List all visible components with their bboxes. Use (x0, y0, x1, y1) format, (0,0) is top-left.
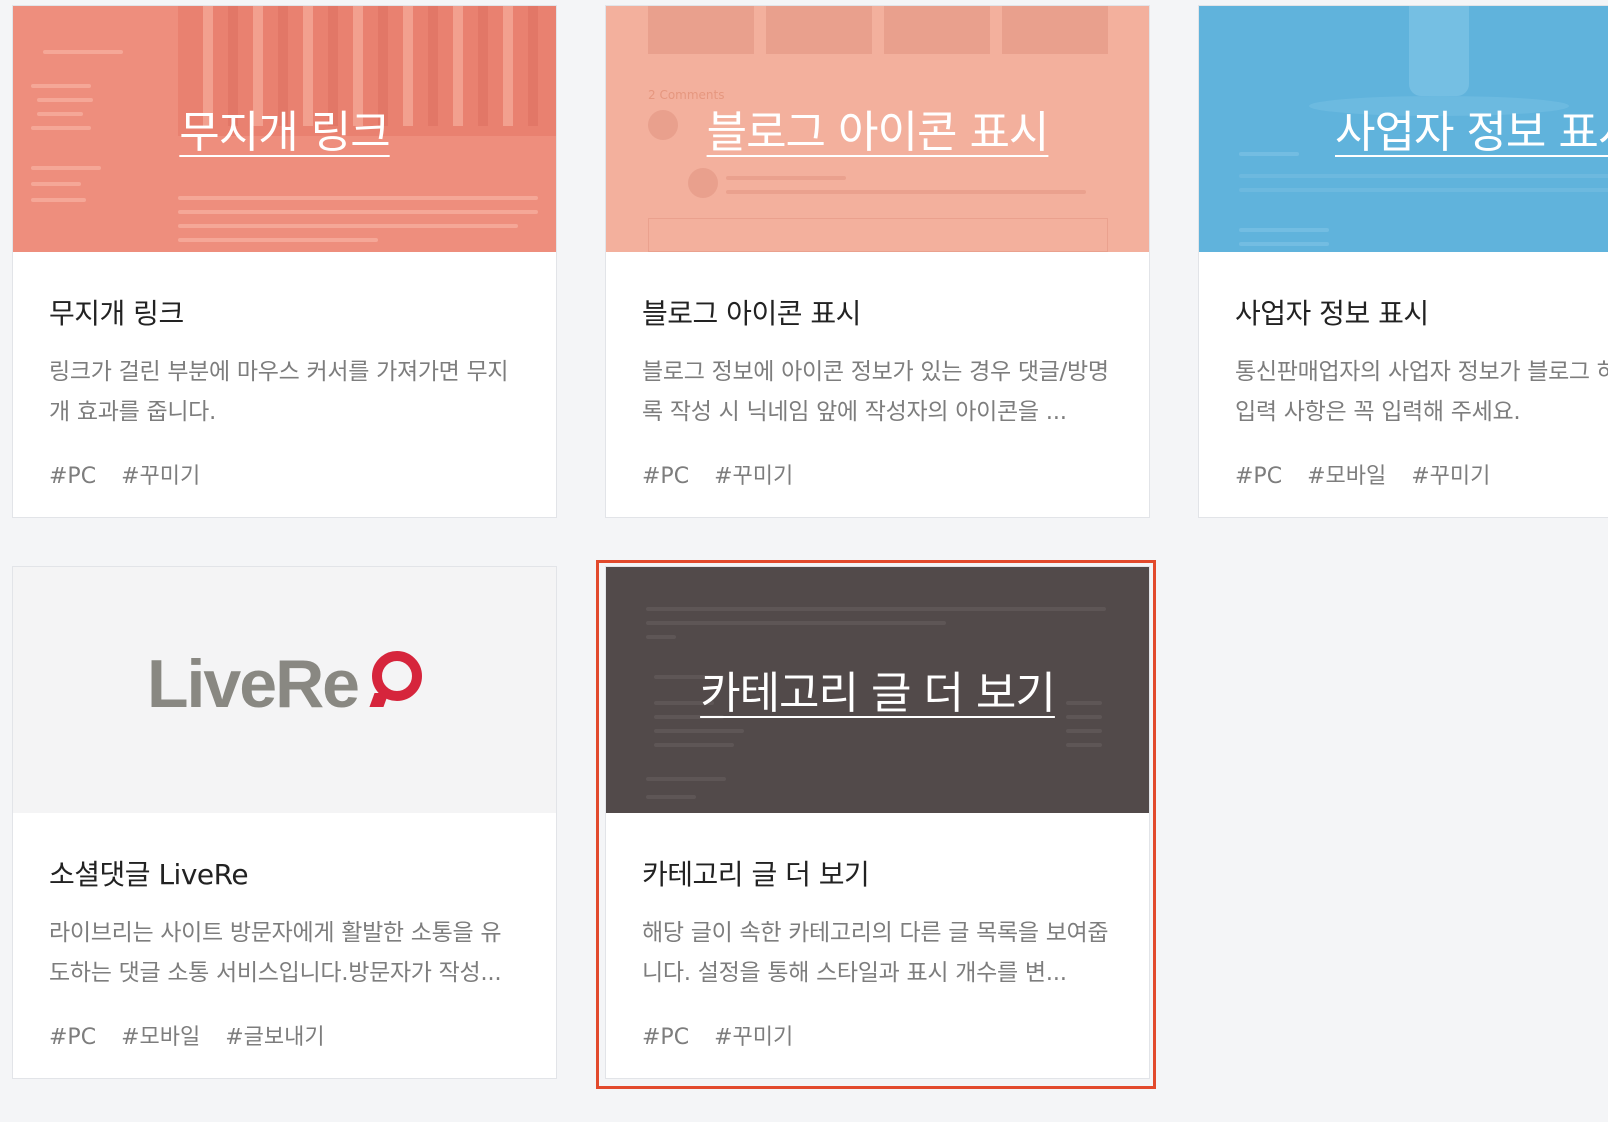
plugin-card-blog-icon[interactable]: 2 Comments 블로그 아이콘 표시 블로그 아이콘 표시 블로그 정보에… (605, 5, 1150, 518)
tag[interactable]: #PC (1235, 464, 1282, 489)
plugin-description: 블로그 정보에 아이콘 정보가 있는 경우 댓글/방명록 작성 시 닉네임 앞에… (642, 359, 1109, 425)
plugin-tags: #PC #꾸미기 (49, 458, 520, 490)
plugin-thumbnail: 무지개 링크 (13, 6, 556, 252)
speech-bubble-icon (372, 651, 422, 701)
tag[interactable]: #꾸미기 (714, 464, 793, 489)
thumbnail-title: 카테고리 글 더 보기 (700, 668, 1056, 719)
tag[interactable]: #꾸미기 (121, 464, 200, 489)
tag[interactable]: #꾸미기 (714, 1025, 793, 1050)
plugin-thumbnail: 카테고리 글 더 보기 (606, 567, 1149, 813)
thumbnail-title: 무지개 링크 (179, 107, 390, 158)
tag[interactable]: #모바일 (121, 1025, 200, 1050)
plugin-card-livere[interactable]: LiveRe 소셜댓글 LiveRe 라이브리는 사이트 방문자에게 활발한 소… (12, 566, 557, 1079)
tag[interactable]: #꾸미기 (1411, 464, 1490, 489)
plugin-card-rainbow-link[interactable]: 무지개 링크 무지개 링크 링크가 걸린 부분에 마우스 커서를 가져가면 무지… (12, 5, 557, 518)
thumbnail-title: 사업자 정보 표시 (1335, 107, 1608, 158)
plugin-title: 블로그 아이콘 표시 (642, 297, 861, 330)
plugin-tags: #PC #모바일 #꾸미기 (1235, 458, 1608, 490)
plugin-description: 해당 글이 속한 카테고리의 다른 글 목록을 보여줍니다. 설정을 통해 스타… (642, 920, 1109, 986)
plugin-title: 사업자 정보 표시 (1235, 297, 1429, 330)
plugin-tags: #PC #모바일 #글보내기 (49, 1019, 520, 1051)
tag[interactable]: #PC (49, 1025, 96, 1050)
livere-logo: LiveRe (13, 645, 556, 723)
plugin-thumbnail: LiveRe (13, 567, 556, 813)
plugin-card-business-info[interactable]: 사업자 정보 표시 사업자 정보 표시 통신판매업자의 사업자 정보가 블로그 … (1198, 5, 1608, 518)
plugin-description: 통신판매업자의 사업자 정보가 블로그 하단에 표시됩니다. 필수 입력 사항은… (1235, 359, 1608, 425)
plugin-grid: 무지개 링크 무지개 링크 링크가 걸린 부분에 마우스 커서를 가져가면 무지… (0, 0, 1608, 1122)
plugin-title: 소셜댓글 LiveRe (49, 858, 249, 891)
plugin-card-category-more[interactable]: 카테고리 글 더 보기 카테고리 글 더 보기 해당 글이 속한 카테고리의 다… (605, 566, 1150, 1079)
tag[interactable]: #PC (642, 1025, 689, 1050)
plugin-title: 카테고리 글 더 보기 (642, 858, 870, 891)
plugin-title: 무지개 링크 (49, 297, 184, 330)
tag[interactable]: #글보내기 (225, 1025, 324, 1050)
plugin-tags: #PC #꾸미기 (642, 458, 1113, 490)
plugin-thumbnail: 사업자 정보 표시 (1199, 6, 1608, 252)
tag[interactable]: #PC (642, 464, 689, 489)
plugin-tags: #PC #꾸미기 (642, 1019, 1113, 1051)
plugin-description: 링크가 걸린 부분에 마우스 커서를 가져가면 무지개 효과를 줍니다. (49, 359, 509, 425)
tag[interactable]: #PC (49, 464, 96, 489)
plugin-thumbnail: 2 Comments 블로그 아이콘 표시 (606, 6, 1149, 252)
tag[interactable]: #모바일 (1307, 464, 1386, 489)
plugin-description: 라이브리는 사이트 방문자에게 활발한 소통을 유도하는 댓글 소통 서비스입니… (49, 920, 502, 986)
thumbnail-title: 블로그 아이콘 표시 (706, 107, 1050, 158)
